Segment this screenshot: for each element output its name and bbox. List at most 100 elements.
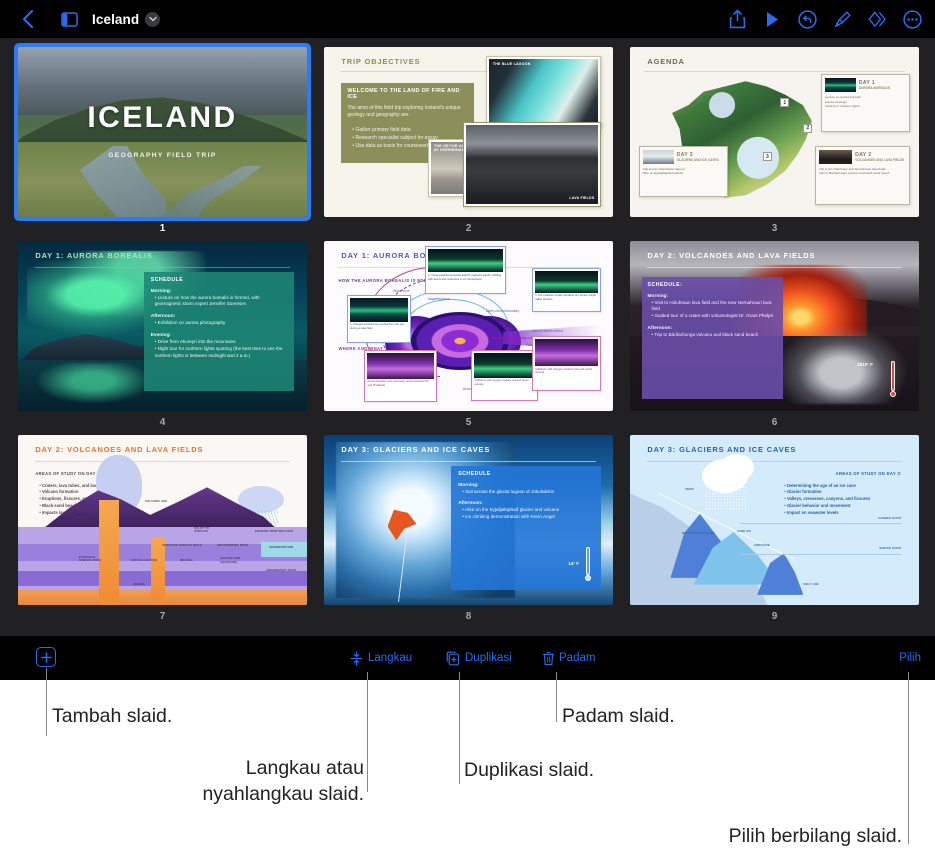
slide-number: 6 [771,417,778,428]
slide-6-canvas: DAY 2: VOLCANOES AND LAVA FIELDS SCHEDUL… [630,241,919,411]
play-icon[interactable] [759,6,785,32]
slide-1-frame[interactable]: ICELAND GEOGRAPHY FIELD TRIP [14,43,311,221]
slide-thumbnail-3[interactable]: AGENDA 1 2 3 DAY 1 AURORA BOREALIS Lectu… [626,43,923,237]
keynote-slide-navigator: Iceland ICELAND GEOGRAPHY FIELD TRIP 1 T… [0,0,935,854]
diagram-label: SEDIMENTATION [269,545,294,549]
duplicate-slide-label: Duplikasi [465,652,512,664]
slide-9-frame[interactable]: DAY 3: GLACIERS AND ICE CAVES AREAS OF S… [626,431,923,609]
magma-conduit [98,499,120,605]
card-bullet: Viewing of northern lights [824,104,860,109]
slide-8-title: DAY 3: GLACIERS AND ICE CAVES [341,445,491,455]
annotation: Open-closed boundary [485,309,520,313]
slide-2-frame[interactable]: TRIP OBJECTIVES WELCOME TO THE LAND OF F… [320,43,617,221]
photo-blue-lagoon: THE BLUE LAGOON [485,55,602,129]
card-image [824,78,856,93]
slide-3-frame[interactable]: AGENDA 1 2 3 DAY 1 AURORA BOREALIS Lectu… [626,43,923,221]
list-item: Impact on seawater levels [784,510,901,517]
photo-lava-fields: LAVA FIELDS [462,121,602,207]
title-rule [647,460,902,462]
list-item: Hike on the Eyjafjallajökull glacier and… [462,507,594,514]
slide-8-frame[interactable]: DAY 3: GLACIERS AND ICE CAVES SCHEDULE M… [320,431,617,609]
select-slides-button[interactable]: Pilih [899,636,921,680]
section-label: Morning: [458,482,479,488]
list-item: Exhibition on aurora photography [155,320,287,327]
sea-layer [260,542,307,558]
skip-slide-label: Langkau [368,652,413,664]
subheading: AREAS OF STUDY ON DAY 3: [835,470,902,476]
add-slide-button[interactable] [36,647,56,667]
agenda-card-day3: DAY 3 GLACIERS AND ICE CAVES Sail across… [638,145,729,197]
brush-icon[interactable] [829,6,855,32]
schedule-heading: SCHEDULE [150,276,184,283]
list-item: Glacier formation [784,489,901,496]
callout-line-skip [367,672,369,792]
slide-thumbnail-7[interactable]: DAY 2: VOLCANOES AND LAVA FIELDS AREAS O… [14,431,311,625]
note-card-3: 3. The collisions create capsiless tiny … [532,268,602,313]
animate-icon[interactable] [864,6,890,32]
slide-5-frame[interactable]: DAY 1: AURORA BOREALIS HOW THE AURORA BO… [320,237,617,415]
callout-line-select [908,672,910,844]
sidebar-panel-icon[interactable] [54,4,84,34]
smoke-cloud [774,326,908,405]
chevron-left-icon[interactable] [12,4,42,34]
diagram-label: SEDIMENTARY ROCK [266,569,297,573]
slide-thumbnail-5[interactable]: DAY 1: AURORA BOREALIS HOW THE AURORA BO… [320,237,617,431]
note-image [535,271,599,293]
slide-9-canvas: DAY 3: GLACIERS AND ICE CAVES AREAS OF S… [630,435,919,605]
note-text: Aurora borealis most commonly occurs bet… [367,380,429,388]
section-label: Afternoon: [647,326,673,332]
list-item: Ice climbing demonstration with Kevin An… [462,514,594,521]
annotation: Bow shock [393,288,410,293]
schedule-heading: SCHEDULE: [647,281,683,288]
slide-7-frame[interactable]: DAY 2: VOLCANOES AND LAVA FIELDS AREAS O… [14,431,311,609]
slide-number: 9 [771,611,778,622]
slide-thumbnail-2[interactable]: TRIP OBJECTIVES WELCOME TO THE LAND OF F… [320,43,617,237]
list-item: Valleys, crevasses, canyons, and fissure… [784,496,901,503]
callout-line-duplicate [459,672,461,784]
box-text: The aims of this field trip exploring Ic… [347,104,461,119]
more-icon[interactable] [899,6,925,32]
slide-1-subtitle: GEOGRAPHY FIELD TRIP [108,152,217,160]
share-icon[interactable] [724,6,750,32]
slide-4-title: DAY 1: AURORA BOREALIS [35,251,153,261]
slide-7-canvas: DAY 2: VOLCANOES AND LAVA FIELDS AREAS O… [18,435,307,605]
slide-thumbnail-6[interactable]: DAY 2: VOLCANOES AND LAVA FIELDS SCHEDUL… [626,237,923,431]
note-text: Collisions with nitrogen produce pink an… [535,367,593,375]
slide-thumbnail-1[interactable]: ICELAND GEOGRAPHY FIELD TRIP 1 [14,43,311,237]
chevron-down-icon[interactable] [145,11,161,27]
slide-6-frame[interactable]: DAY 2: VOLCANOES AND LAVA FIELDS SCHEDUL… [626,237,923,415]
temperature-value: 14° F [568,561,579,567]
slide-3-title: AGENDA [647,57,685,67]
note-text: 2. These particles penetrate Earth's mag… [428,273,502,281]
thermometer-icon [584,547,591,582]
diagram-label: INTRUSIVE IGNEOUS ROCK [162,543,202,547]
box-heading: WELCOME TO THE LAND OF FIRE AND ICE [347,87,460,100]
diagram-label: HEATING AND SQUEEZING [220,557,241,564]
slide-thumbnail-8[interactable]: DAY 3: GLACIERS AND ICE CAVES SCHEDULE M… [320,431,617,625]
note-image [428,249,504,273]
undo-icon[interactable] [794,6,820,32]
slide-number: 7 [159,611,166,622]
map-pin-1: 1 [780,98,790,107]
list-item: Drive from Akureyri into the mountains [155,339,287,346]
callout-text-add: Tambah slaid. [52,705,173,727]
annotation: Neutral sheet current [532,329,563,334]
duplicate-slide-button[interactable]: Duplikasi [446,636,512,680]
skip-slide-button[interactable]: Langkau [350,636,412,680]
title-rule [35,460,290,462]
skip-slide-icon [350,650,363,666]
card-subtitle: AURORA BOREALIS [858,86,890,91]
delete-slide-button[interactable]: Padam [543,636,595,680]
slide-thumbnail-9[interactable]: DAY 3: GLACIERS AND ICE CAVES AREAS OF S… [626,431,923,625]
slide-navigator-canvas[interactable]: ICELAND GEOGRAPHY FIELD TRIP 1 TRIP OBJE… [0,38,935,636]
list-item: Trip to Bárðarbunga volcano and black sa… [652,332,778,339]
list-item: Lecture on how the aurora borealis is fo… [155,295,287,309]
diagram-label: MAGMA [133,582,145,586]
slide-4-frame[interactable]: DAY 1: AURORA BOREALIS SCHEDULE Morning:… [14,237,311,415]
callout-text-select: Pilih berbilang slaid. [728,825,902,847]
title-rule [644,70,905,72]
slide-2-canvas: TRIP OBJECTIVES WELCOME TO THE LAND OF F… [324,47,613,217]
note-image [535,339,599,367]
note-card-2: 2. These particles penetrate Earth's mag… [425,246,507,294]
slide-thumbnail-4[interactable]: DAY 1: AURORA BOREALIS SCHEDULE Morning:… [14,237,311,431]
